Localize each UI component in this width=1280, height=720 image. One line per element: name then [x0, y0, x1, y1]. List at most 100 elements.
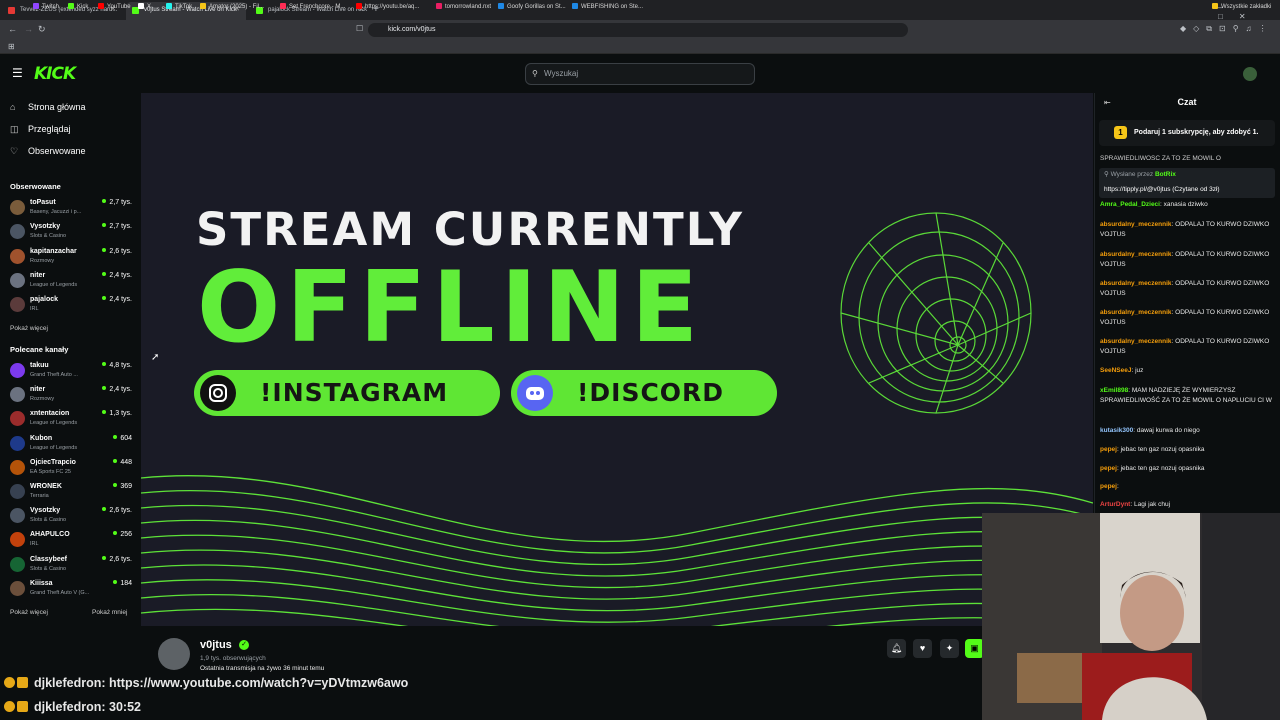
channel-item[interactable]: xntentacion League of Legends 1,3 tys. [10, 408, 132, 430]
channel-item[interactable]: Vysotzky Slots & Casino 2,6 tys. [10, 505, 132, 527]
channel-item[interactable]: Vysotzky Slots & Casino 2,7 tys. [10, 221, 132, 243]
channel-avatar [10, 484, 25, 499]
channel-item[interactable]: takuu Grand Theft Auto ... 4,8 tys. [10, 360, 132, 382]
chat-username[interactable]: xEmil898 [1100, 387, 1128, 394]
channel-item[interactable]: Kubon League of Legends 604 [10, 433, 132, 455]
channel-name: AHAPULCO [30, 531, 70, 539]
nav-browse[interactable]: ◫ Przeglądaj [10, 124, 71, 135]
viewer-count: 448 [113, 459, 132, 466]
kick-logo[interactable]: KICK [34, 64, 76, 84]
bookmark-favicon-icon [498, 3, 504, 9]
chat-username[interactable]: SeeNSeeJ [1100, 367, 1131, 374]
chat-username[interactable]: pepej [1100, 446, 1117, 453]
home-icon: ⌂ [10, 102, 16, 112]
bookmark-item[interactable]: Amator (2025) - Fil... [200, 3, 264, 10]
bookmark-favicon-icon [33, 3, 39, 9]
chat-username[interactable]: absurdalny_meczennik [1100, 338, 1172, 345]
channel-item[interactable]: pajalock IRL 2,4 tys. [10, 294, 132, 316]
bookmark-item[interactable]: TikTok [166, 3, 192, 10]
back-icon[interactable]: ← [8, 24, 17, 34]
bookmark-item[interactable]: Twitch [33, 3, 59, 10]
channel-category: IRL [30, 541, 39, 548]
channel-item[interactable]: OjciecTrapcio EA Sports FC 25 448 [10, 457, 132, 479]
pinned-user[interactable]: BotRix [1155, 171, 1176, 178]
channel-name: Kubon [30, 434, 53, 442]
channel-item[interactable]: niter League of Legends 2,4 tys. [10, 270, 132, 292]
channel-item[interactable]: Classybeef Slots & Casino 2,6 tys. [10, 554, 132, 576]
sub-badge-icon [17, 677, 28, 688]
user-avatar[interactable] [1243, 67, 1257, 81]
chat-username[interactable]: ArturDynt [1100, 501, 1130, 508]
channel-item[interactable]: Kiiissa Grand Theft Auto V (G... 184 [10, 578, 132, 600]
search-input[interactable]: ⚲ Wyszukaj [525, 63, 755, 85]
chat-username[interactable]: absurdalny_meczennik [1100, 309, 1172, 316]
channel-item[interactable]: niter Rozmowy 2,4 tys. [10, 384, 132, 406]
channel-name: niter [30, 271, 46, 279]
reload-icon[interactable]: ↻ [38, 24, 46, 35]
channel-name: WRONEK [30, 483, 62, 490]
extensions-icons[interactable]: ◆◇⧉⊡⚲♫⋮ [1180, 24, 1274, 34]
channel-name: OjciecTrapcio [30, 458, 76, 466]
channel-category: League of Legends [30, 444, 78, 451]
bookmark-item[interactable]: Goofy Gorillas on St... [498, 3, 566, 10]
chat-username[interactable]: Amra_Pedal_Dzieci [1100, 201, 1160, 208]
chat-username[interactable]: pepej [1100, 483, 1117, 490]
pinned-link[interactable]: https://tipply.pl/@v0jtus (Czytane od 3z… [1104, 185, 1280, 195]
bookmark-star-icon[interactable]: ☐ [356, 24, 363, 33]
sparkle-icon[interactable]: ✦ [940, 639, 959, 658]
bookmark-label: https://youtu.be/aq... [365, 4, 420, 10]
chat-username[interactable]: absurdalny_meczennik [1100, 280, 1172, 287]
bell-icon[interactable]: 🔔︎ [887, 639, 906, 658]
mouse-cursor-icon: ➚ [151, 352, 160, 363]
bookmark-item[interactable]: YouTube [98, 3, 131, 10]
chat-username[interactable]: pepej [1100, 465, 1117, 472]
channel-name: Classybeef [30, 555, 67, 563]
channel-avatar[interactable] [158, 638, 190, 670]
channel-category: Grand Theft Auto V (G... [30, 589, 90, 596]
banner-line2: OFFLINE [197, 251, 705, 365]
bookmark-item[interactable]: tomorrowland.nxt [436, 3, 491, 10]
channel-avatar [10, 272, 25, 288]
viewer-count: 369 [113, 483, 132, 490]
nav-home[interactable]: ⌂ Strona główna [10, 102, 86, 112]
channel-item[interactable]: WRONEK Terraria 369 [10, 481, 132, 503]
channel-avatar [10, 508, 25, 524]
channel-item[interactable]: kapitanzachar Rozmowy 2,6 tys. [10, 246, 132, 268]
chat-message: pepej: [1100, 482, 1276, 492]
bookmark-item[interactable]: WEBFISHING on Ste... [572, 3, 643, 10]
chat-message: kutasik300: dawaj kurwa do niego [1100, 426, 1276, 436]
chat-username[interactable]: absurdalny_meczennik [1100, 251, 1172, 258]
followed-section-title: Obserwowane [10, 182, 61, 191]
chat-message: absurdalny_meczennik: ODPALAJ TO KURWO D… [1100, 337, 1276, 357]
instagram-pill: !INSTAGRAM [194, 370, 500, 416]
chat-text: xanasia dziwko [1163, 201, 1208, 208]
badge-icon [4, 677, 15, 688]
followed-show-more[interactable]: Pokaż więcej [10, 325, 48, 332]
bookmark-item[interactable]: Set Frenchcore - M... [280, 3, 345, 10]
pin-icon: ⚲ [1104, 171, 1109, 178]
discord-label: !DISCORD [577, 378, 725, 407]
bookmark-item[interactable]: X [138, 3, 151, 10]
url-field[interactable]: kick.com/v0jtus [368, 23, 908, 37]
bookmark-favicon-icon [98, 3, 104, 9]
channel-name[interactable]: v0jtus [200, 639, 232, 651]
channel-name: kapitanzachar [30, 247, 77, 255]
chat-username[interactable]: kutasik300 [1100, 427, 1133, 434]
menu-icon[interactable]: ☰ [12, 66, 23, 80]
chat-username[interactable]: absurdalny_meczennik [1100, 221, 1172, 228]
forward-icon[interactable]: → [24, 24, 33, 34]
recommended-show-more[interactable]: Pokaż więcej [10, 609, 48, 616]
nav-following[interactable]: ♡ Obserwowane [10, 146, 86, 157]
heart-icon[interactable]: ♥ [913, 639, 932, 658]
bookmark-item[interactable]: Kick [68, 3, 88, 10]
bookmark-label: Set Frenchcore - M... [289, 4, 346, 10]
channel-item[interactable]: toPasut Baseny, Jacuzzi i p... 2,7 tys. [10, 197, 132, 219]
viewer-count: 2,6 tys. [102, 507, 132, 514]
recommended-show-less[interactable]: Pokaż mniej [92, 609, 127, 616]
all-bookmarks[interactable]: Wszystkie zakładki [1212, 3, 1271, 10]
apps-icon[interactable]: ⊞ [8, 42, 15, 51]
channel-item[interactable]: AHAPULCO IRL 256 [10, 529, 132, 551]
viewer-count: 2,4 tys. [102, 296, 132, 303]
bookmark-item[interactable]: https://youtu.be/aq... [356, 3, 419, 10]
viewer-count: 256 [113, 531, 132, 538]
